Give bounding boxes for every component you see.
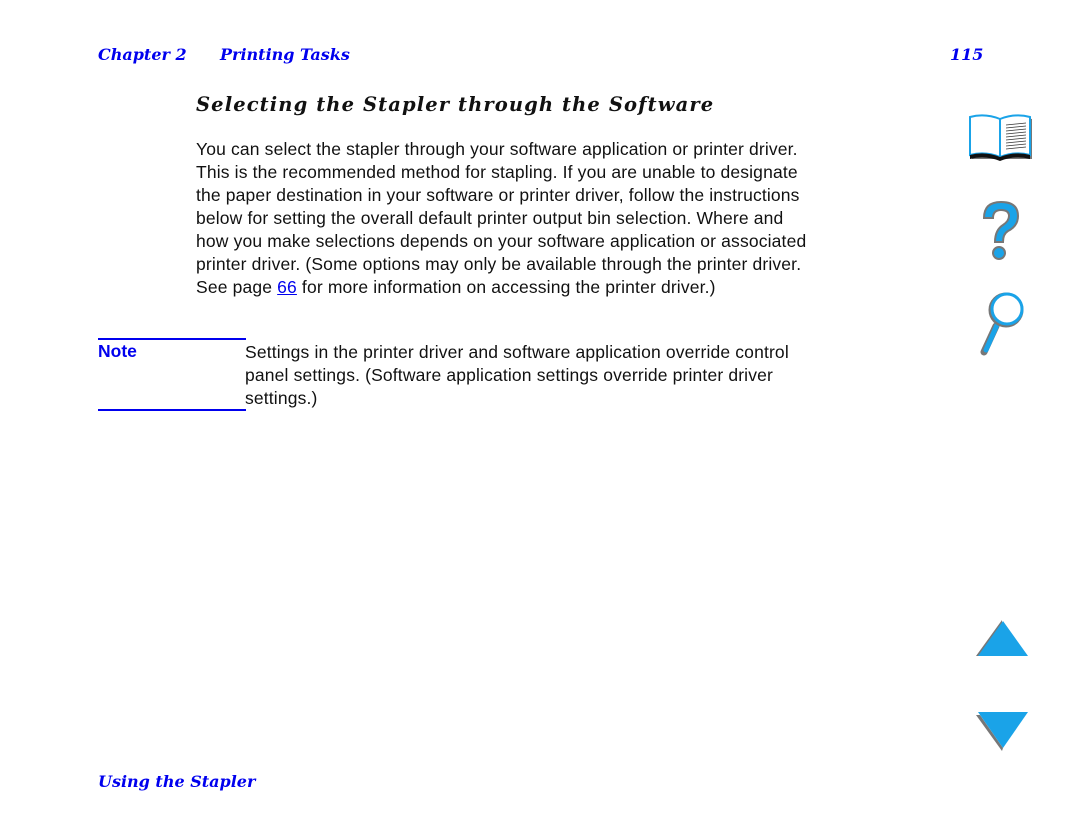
page-66-link[interactable]: 66 (277, 277, 297, 297)
question-mark-icon (982, 200, 1020, 260)
note-label: Note (98, 341, 137, 361)
body-paragraph: You can select the stapler through your … (196, 138, 936, 299)
chapter-label: Chapter 2 (98, 45, 187, 64)
index-button[interactable] (976, 288, 1026, 356)
book-icon (969, 114, 1032, 161)
body-line: You can select the stapler through your … (196, 139, 798, 159)
section-heading: Selecting the Stapler through the Softwa… (196, 93, 715, 116)
body-line: how you make selections depends on your … (196, 231, 807, 251)
note-top-rule (98, 338, 246, 340)
arrow-down-icon (976, 712, 1028, 751)
note-bottom-rule (98, 409, 246, 411)
page-number: 115 (950, 45, 984, 64)
body-line: the paper destination in your software o… (196, 185, 800, 205)
note-line: Settings in the printer driver and softw… (245, 342, 789, 362)
magnifier-icon (980, 292, 1024, 356)
help-button[interactable] (976, 198, 1026, 264)
contents-button[interactable] (968, 113, 1036, 165)
arrow-up-icon (976, 620, 1028, 656)
link-suffix: for more information on accessing the pr… (296, 277, 716, 297)
note-line: settings.) (245, 388, 318, 408)
footer-section-title: Using the Stapler (98, 772, 256, 791)
link-prefix: See page (196, 277, 278, 297)
body-line: below for setting the overall default pr… (196, 208, 784, 228)
note-text: Settings in the printer driver and softw… (245, 341, 925, 410)
body-line-with-link: See page 66 for more information on acce… (196, 276, 936, 299)
previous-page-button[interactable] (974, 618, 1030, 660)
chapter-title: Printing Tasks (220, 45, 350, 64)
note-line: panel settings. (Software application se… (245, 365, 773, 385)
body-line: printer driver. (Some options may only b… (196, 254, 802, 274)
next-page-button[interactable] (974, 710, 1030, 752)
body-line: This is the recommended method for stapl… (196, 162, 798, 182)
